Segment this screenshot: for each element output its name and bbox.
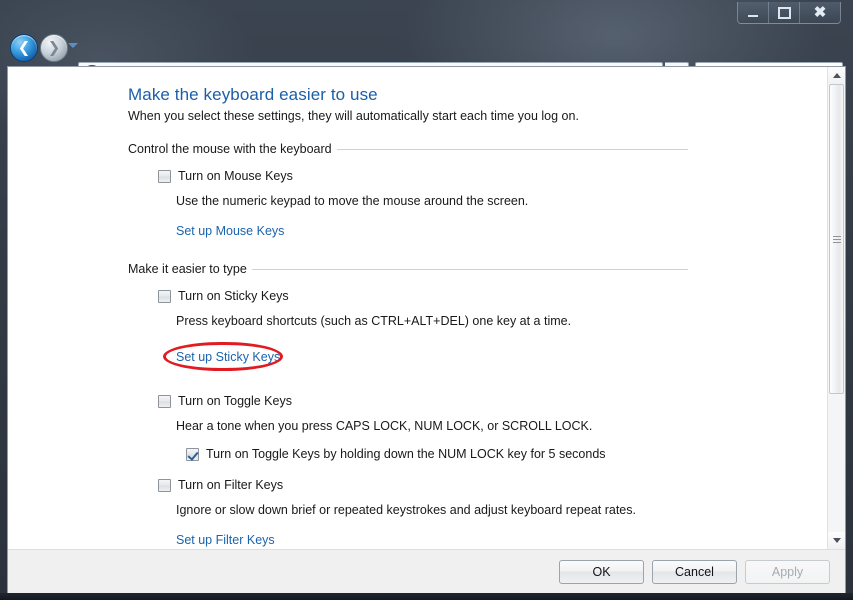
settings-content-pane: Make the keyboard easier to use When you… (8, 67, 826, 549)
section-header-mouse-keys: Control the mouse with the keyboard (8, 142, 826, 156)
back-arrow-icon: ❮ (17, 38, 31, 57)
section-divider (336, 148, 688, 150)
cancel-button[interactable]: Cancel (652, 559, 737, 584)
window-titlebar[interactable]: ✖ (0, 0, 853, 28)
setup-sticky-keys-link[interactable]: Set up Sticky Keys (176, 350, 280, 364)
filter-keys-checkbox-row[interactable]: Turn on Filter Keys (8, 478, 826, 492)
forward-arrow-icon: ❯ (47, 38, 61, 57)
window-bottom-edge (0, 593, 853, 600)
section-title: Make it easier to type (128, 262, 247, 276)
mouse-keys-description: Use the numeric keypad to move the mouse… (176, 194, 529, 208)
toggle-keys-numlock-checkbox-row[interactable]: Turn on Toggle Keys by holding down the … (8, 447, 826, 461)
setup-mouse-keys-row: Set up Mouse Keys (8, 222, 826, 240)
desktop-background: ✖ ❮ ❯ « Ease of Access ▸ Ease of Access … (0, 0, 853, 600)
dialog-footer: OK Cancel Apply (8, 549, 845, 593)
mouse-keys-checkbox[interactable] (158, 170, 171, 183)
close-button[interactable]: ✖ (800, 2, 840, 23)
scrollbar-grip-icon (832, 235, 841, 243)
section-header-easier-to-type: Make it easier to type (8, 262, 826, 276)
maximize-button[interactable] (769, 2, 800, 23)
minimize-icon (748, 14, 758, 17)
setup-filter-keys-link[interactable]: Set up Filter Keys (176, 533, 275, 547)
scroll-up-button[interactable] (828, 67, 845, 84)
minimize-button[interactable] (738, 2, 769, 23)
page-subtitle: When you select these settings, they wil… (128, 109, 579, 123)
sticky-keys-description: Press keyboard shortcuts (such as CTRL+A… (176, 314, 572, 328)
mouse-keys-checkbox-row[interactable]: Turn on Mouse Keys (8, 169, 826, 183)
control-panel-window: ✖ ❮ ❯ « Ease of Access ▸ Ease of Access … (0, 0, 853, 600)
filter-keys-description: Ignore or slow down brief or repeated ke… (176, 503, 636, 517)
maximize-icon (777, 6, 791, 19)
window-controls: ✖ (737, 2, 841, 24)
sticky-keys-checkbox-row[interactable]: Turn on Sticky Keys (8, 289, 826, 303)
sticky-keys-checkbox[interactable] (158, 290, 171, 303)
setup-mouse-keys-link[interactable]: Set up Mouse Keys (176, 224, 284, 238)
toggle-keys-checkbox-row[interactable]: Turn on Toggle Keys (8, 394, 826, 408)
setup-filter-keys-row: Set up Filter Keys (8, 531, 826, 549)
scroll-down-button[interactable] (828, 532, 845, 549)
toggle-keys-checkbox[interactable] (158, 395, 171, 408)
toggle-keys-numlock-checkbox[interactable] (186, 448, 199, 461)
setup-sticky-keys-row: Set up Sticky Keys (8, 342, 826, 372)
toggle-keys-description: Hear a tone when you press CAPS LOCK, NU… (176, 419, 593, 433)
toggle-keys-label: Turn on Toggle Keys (178, 394, 292, 408)
navigation-bar: ❮ ❯ « Ease of Access ▸ Ease of Access Ce… (0, 28, 853, 86)
mouse-keys-label: Turn on Mouse Keys (178, 169, 293, 183)
toggle-keys-numlock-label: Turn on Toggle Keys by holding down the … (206, 447, 606, 461)
close-icon: ✖ (813, 4, 827, 21)
forward-button[interactable]: ❯ (40, 34, 68, 62)
scrollbar-thumb[interactable] (829, 84, 844, 394)
chevron-down-icon (832, 538, 841, 543)
page-title: Make the keyboard easier to use (128, 85, 378, 104)
filter-keys-checkbox[interactable] (158, 479, 171, 492)
ok-button[interactable]: OK (559, 559, 644, 584)
section-divider (251, 268, 688, 270)
sticky-keys-label: Turn on Sticky Keys (178, 289, 289, 303)
window-client-area: Make the keyboard easier to use When you… (7, 66, 846, 593)
back-button[interactable]: ❮ (10, 34, 38, 62)
apply-button: Apply (745, 559, 830, 584)
setup-sticky-keys-highlight-wrapper: Set up Sticky Keys (163, 342, 293, 372)
chevron-up-icon (832, 73, 841, 78)
section-title: Control the mouse with the keyboard (128, 142, 332, 156)
filter-keys-label: Turn on Filter Keys (178, 478, 284, 492)
history-dropdown-icon[interactable] (68, 43, 78, 48)
vertical-scrollbar[interactable] (827, 67, 845, 549)
